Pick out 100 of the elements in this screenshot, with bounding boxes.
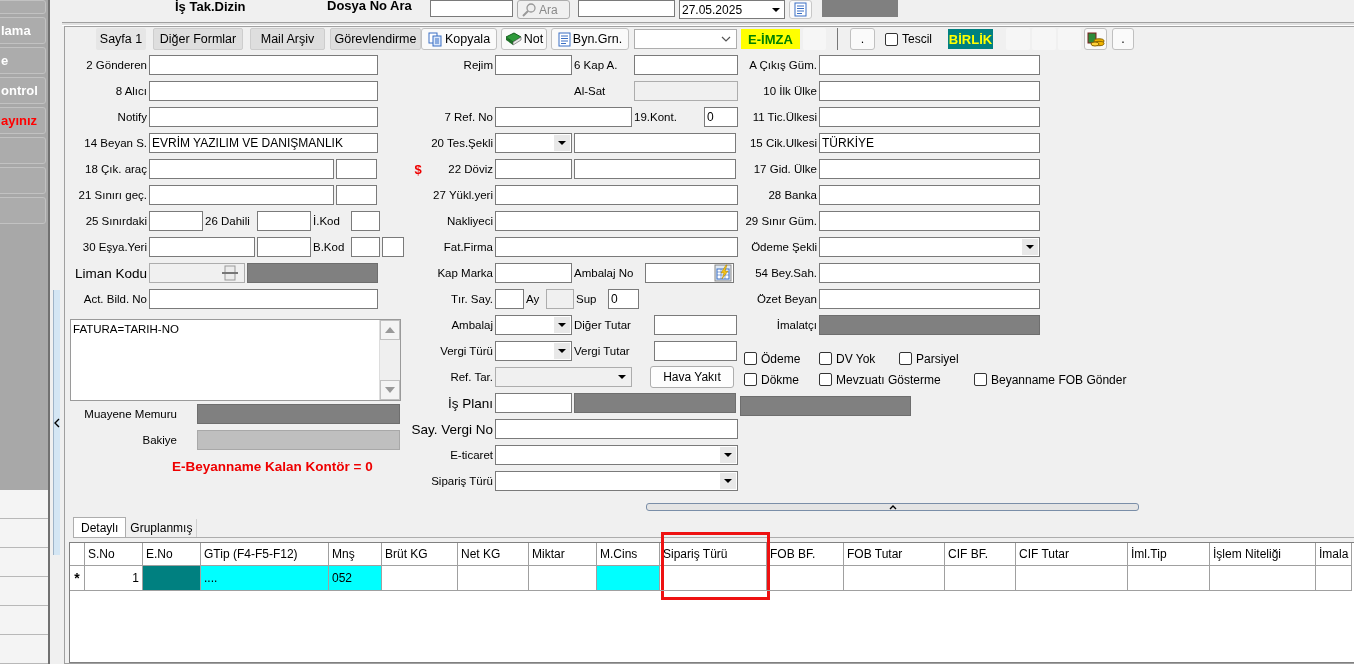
checkbox[interactable]: Beyanname FOB Gönder <box>974 372 1134 387</box>
field-label: 18 Çık. araç <box>84 163 147 175</box>
checkbox[interactable]: Ödeme <box>744 351 819 366</box>
text-field[interactable] <box>574 133 736 153</box>
text-field[interactable] <box>149 289 378 309</box>
text-field[interactable] <box>149 159 334 179</box>
dropdown[interactable] <box>819 237 1040 257</box>
text-field[interactable] <box>578 0 675 17</box>
text-field[interactable] <box>495 159 572 179</box>
column-header[interactable]: Net KG <box>458 543 529 566</box>
dropdown[interactable] <box>495 341 572 361</box>
chevron-left-icon[interactable] <box>54 417 60 428</box>
column-header[interactable]: CIF Tutar <box>1016 543 1128 566</box>
text-field[interactable] <box>654 315 737 335</box>
button[interactable]: Byn.Grn. <box>551 28 629 50</box>
tab[interactable]: Sayfa 1 <box>96 28 146 50</box>
text-field[interactable] <box>257 211 311 231</box>
tab[interactable]: Mail Arşiv <box>250 28 325 50</box>
scrollbar[interactable] <box>379 320 400 400</box>
button[interactable]: Hava Yakıt <box>650 366 734 388</box>
field-label: Al-Sat <box>574 85 607 97</box>
field-label: Özet Beyan <box>755 293 817 305</box>
text-field[interactable] <box>149 81 378 101</box>
text-field[interactable] <box>819 185 1040 205</box>
column-header[interactable]: Brüt KG <box>382 543 458 566</box>
splitter-handle[interactable] <box>646 503 1139 511</box>
text-field[interactable] <box>574 159 736 179</box>
text-field[interactable] <box>351 211 380 231</box>
column-header[interactable]: Sipariş Türü <box>660 543 767 566</box>
date-field[interactable]: 27.05.2025 <box>679 0 785 19</box>
button[interactable]: Kopyala <box>421 28 497 50</box>
dropdown[interactable] <box>495 445 738 465</box>
tab[interactable]: Diğer Formlar <box>153 28 243 50</box>
dropdown[interactable] <box>634 29 737 49</box>
text-field[interactable] <box>495 419 738 439</box>
toolbar-button[interactable] <box>789 0 812 19</box>
text-field[interactable] <box>149 185 334 205</box>
text-field[interactable] <box>819 263 1040 283</box>
button[interactable]: Not <box>501 28 547 50</box>
dropdown[interactable] <box>495 471 738 491</box>
checkbox[interactable]: Mevzuatı Gösterme <box>819 372 974 387</box>
text-field[interactable] <box>257 237 311 257</box>
dropdown[interactable] <box>495 315 572 335</box>
text-field[interactable]: 0 <box>704 107 738 127</box>
text-field[interactable] <box>819 55 1040 75</box>
lookup-field[interactable] <box>149 263 245 283</box>
field-label: 17 Gid. Ülke <box>752 163 817 175</box>
text-field[interactable] <box>149 107 378 127</box>
text-field[interactable] <box>495 185 738 205</box>
checkbox[interactable]: Parsiyel <box>899 351 989 366</box>
text-field[interactable] <box>495 55 572 75</box>
column-header[interactable]: FOB Tutar <box>844 543 945 566</box>
checkbox[interactable]: Tescil <box>885 32 935 46</box>
column-header[interactable]: FOB BF. <box>767 543 844 566</box>
text-field[interactable] <box>430 0 513 17</box>
text-field[interactable] <box>382 237 404 257</box>
text-field[interactable]: 0 <box>608 289 639 309</box>
dropdown[interactable] <box>495 133 572 153</box>
credit-notice: E-Beyanname Kalan Kontör = 0 <box>172 457 374 476</box>
tab[interactable]: Gruplanmış <box>126 519 198 537</box>
field-label: 10 İlk Ülke <box>762 85 817 97</box>
field-label: Vergi Türü <box>439 345 493 357</box>
field-label: Nakliyeci <box>446 215 493 227</box>
text-field[interactable] <box>149 55 378 75</box>
column-header[interactable]: İml.Tip <box>1128 543 1210 566</box>
toolbar-button[interactable] <box>1084 28 1107 50</box>
text-field[interactable] <box>336 185 377 205</box>
picker-field[interactable] <box>645 263 734 283</box>
text-field[interactable] <box>495 237 738 257</box>
text-field[interactable] <box>336 159 377 179</box>
text-field[interactable] <box>495 289 524 309</box>
tab[interactable]: Detaylı <box>73 517 127 537</box>
column-header[interactable]: CIF BF. <box>945 543 1016 566</box>
text-field[interactable]: EVRİM YAZILIM VE DANIŞMANLIK <box>149 133 378 153</box>
text-field[interactable] <box>149 237 255 257</box>
text-field[interactable] <box>819 159 1040 179</box>
text-field[interactable] <box>495 393 572 413</box>
text-field[interactable] <box>495 107 632 127</box>
text-field[interactable] <box>351 237 380 257</box>
text-field[interactable] <box>149 211 203 231</box>
notes-field[interactable]: FATURA=TARIH-NO <box>70 319 401 401</box>
column-header[interactable]: Miktar <box>529 543 597 566</box>
column-header[interactable]: İşlem Niteliği <box>1210 543 1316 566</box>
text-field[interactable] <box>634 55 738 75</box>
tab[interactable]: Görevlendirme <box>330 28 421 50</box>
button[interactable]: . <box>1112 28 1134 50</box>
checkbox[interactable]: DV Yok <box>819 351 899 366</box>
button[interactable]: . <box>850 28 875 50</box>
text-field[interactable] <box>819 107 1040 127</box>
checkbox[interactable]: Dökme <box>744 372 819 387</box>
field-label: 15 Cik.Ulkesi <box>748 137 817 149</box>
column-header[interactable]: S.No <box>85 543 143 566</box>
column-header[interactable]: İmala <box>1316 543 1352 566</box>
text-field[interactable]: TÜRKİYE <box>819 133 1040 153</box>
text-field[interactable] <box>654 341 737 361</box>
text-field[interactable] <box>819 289 1040 309</box>
text-field[interactable] <box>819 81 1040 101</box>
text-field[interactable] <box>819 211 1040 231</box>
text-field[interactable] <box>495 211 738 231</box>
text-field[interactable] <box>495 263 572 283</box>
